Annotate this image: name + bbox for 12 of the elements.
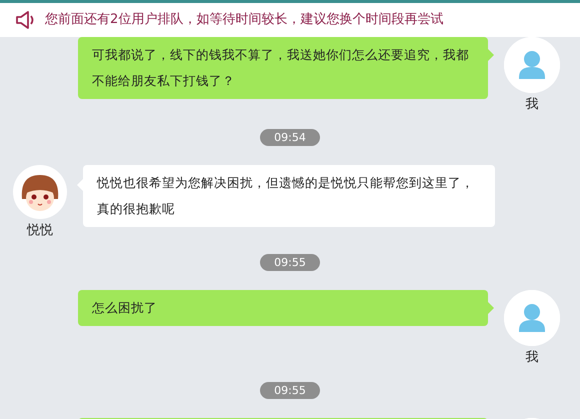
cartoon-avatar-icon (13, 164, 67, 218)
message-text: 可我都说了，线下的钱我不算了，我送她你们怎么还要追究，我都不能给朋友私下打钱了？ (92, 47, 469, 88)
sender-name: 悦悦 (27, 222, 53, 240)
sender-name: 我 (526, 349, 538, 367)
sender-name: 我 (526, 96, 538, 114)
time-pill: 09:55 (260, 254, 320, 271)
message-text: 怎么困扰了 (92, 300, 157, 315)
notice-text: 您前面还有2位用户排队，如等待时间较长，建议您换个时间段再尝试 (45, 11, 444, 30)
message-text: 悦悦也很希望为您解决困扰，但遗憾的是悦悦只能帮您到这里了，真的很抱歉呢 (97, 174, 474, 216)
user-avatar-icon (504, 290, 560, 346)
time-pill: 09:55 (260, 382, 320, 398)
time-pill: 09:54 (260, 128, 320, 146)
